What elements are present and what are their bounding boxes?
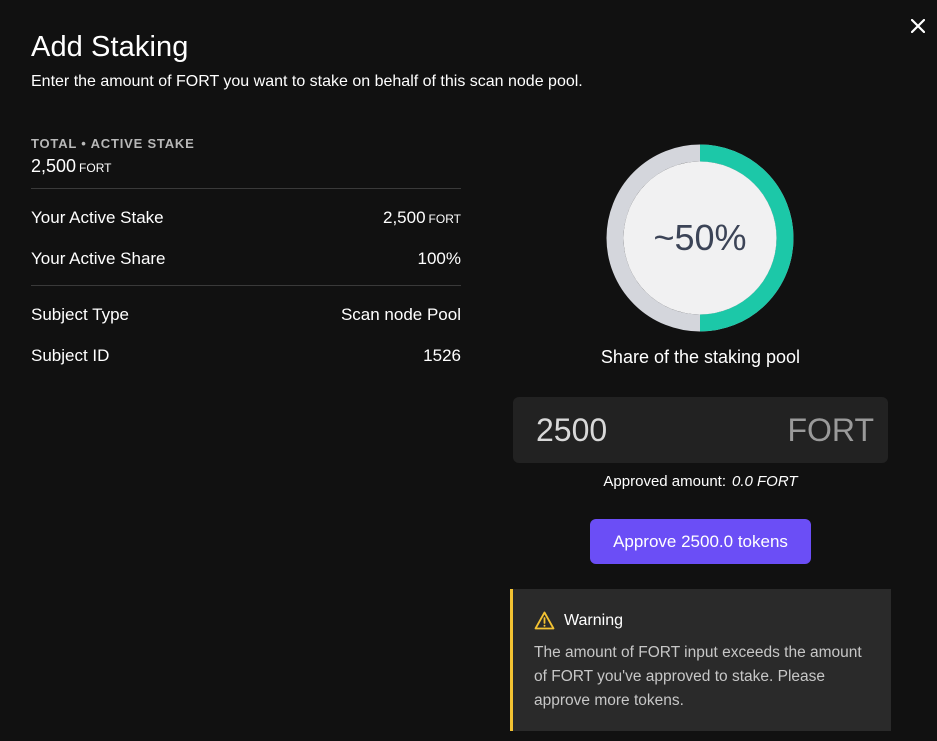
subject-type-value: Scan node Pool — [340, 304, 461, 324]
your-active-stake-value: 2,500 FORT — [383, 208, 461, 228]
stake-amount-unit: FORT — [787, 411, 874, 448]
subject-type-label: Subject Type — [31, 304, 129, 324]
share-donut-chart: ~50% — [606, 144, 794, 332]
subject-id-row: Subject ID 1526 — [31, 335, 461, 376]
your-active-stake-label: Your Active Stake — [31, 207, 164, 227]
approve-tokens-button[interactable]: Approve 2500.0 tokens — [590, 519, 811, 564]
subject-id-label: Subject ID — [31, 345, 110, 365]
stake-amount-value[interactable]: 2500 — [536, 412, 607, 449]
total-active-stake-label: TOTAL • ACTIVE STAKE — [31, 136, 195, 151]
share-caption: Share of the staking pool — [600, 347, 801, 367]
warning-callout: Warning The amount of FORT input exceeds… — [510, 589, 891, 731]
warning-title: Warning — [564, 611, 623, 629]
total-active-stake-unit: FORT — [79, 161, 112, 175]
your-active-stake-unit: FORT — [428, 211, 461, 226]
modal-subtitle: Enter the amount of FORT you want to sta… — [31, 73, 583, 90]
subject-type-row: Subject Type Scan node Pool — [31, 294, 461, 335]
warning-triangle-icon — [534, 611, 555, 630]
close-icon — [911, 19, 925, 33]
warning-header: Warning — [534, 611, 871, 630]
total-active-stake-value: 2,500 FORT — [31, 156, 461, 177]
share-percent-text: ~50% — [653, 217, 747, 258]
close-button[interactable] — [906, 14, 930, 38]
modal-title: Add Staking — [31, 31, 189, 63]
your-active-stake-row: Your Active Stake 2,500 FORT — [31, 197, 461, 238]
stake-amount-input[interactable]: 2500 FORT — [513, 397, 888, 463]
subject-id-value: 1526 — [423, 345, 461, 365]
stake-summary-panel: TOTAL • ACTIVE STAKE 2,500 FORT Your Acti… — [31, 136, 461, 376]
add-staking-modal: Add Staking Enter the amount of FORT you… — [0, 0, 937, 741]
total-active-stake-amount: 2,500 — [31, 156, 77, 176]
approved-amount-value: 0.0 FORT — [732, 473, 798, 490]
warning-message: The amount of FORT input exceeds the amo… — [534, 644, 862, 709]
your-active-share-label: Your Active Share — [31, 248, 166, 268]
your-active-share-row: Your Active Share 100% — [31, 238, 461, 279]
subject-details: Subject Type Scan node Pool Subject ID 1… — [31, 286, 461, 376]
your-active-stake-amount: 2,500 — [383, 207, 426, 227]
approved-amount-label: Approved amount: — [603, 473, 726, 490]
your-stake-stats: Your Active Stake 2,500 FORT Your Active … — [31, 189, 461, 285]
your-active-share-value: 100% — [417, 248, 461, 268]
approved-amount: Approved amount: 0.0 FORT — [513, 473, 888, 490]
